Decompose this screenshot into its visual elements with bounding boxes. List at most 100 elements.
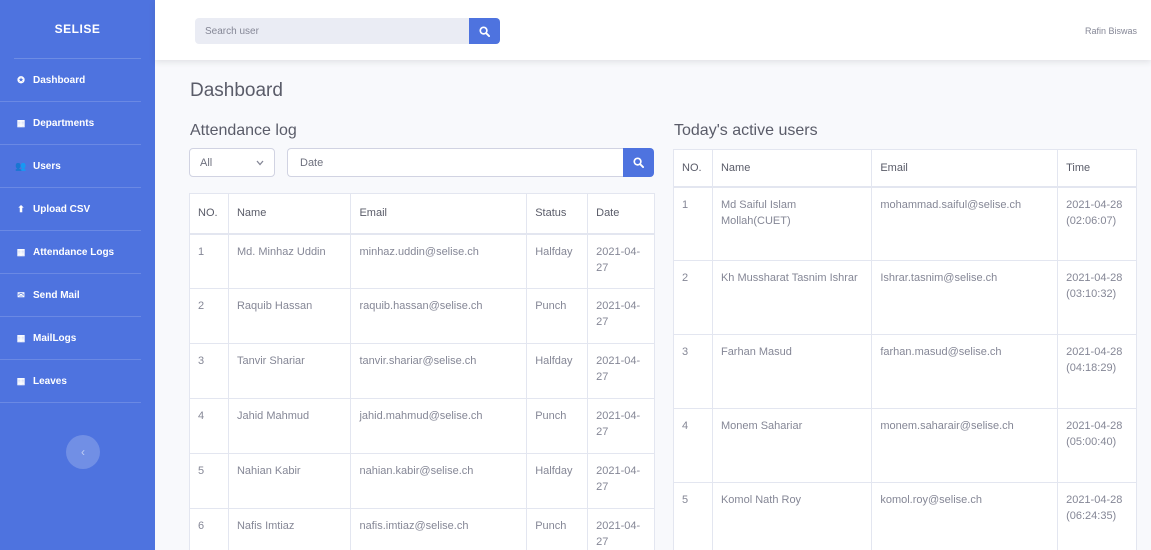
cell-date: 2021-04-27 [587,233,655,289]
cell-date: 2021-04-27 [587,508,655,550]
column-header-no: NO. [189,193,229,235]
sidebar-item-users[interactable]: 👥 Users [0,145,141,188]
sidebar-item-dashboard[interactable]: ✪ Dashboard [0,59,141,102]
cell-date: 2021-04-27 [587,288,655,344]
cell-name: Jahid Mahmud [227,398,352,454]
column-header-email: Email [871,149,1059,188]
column-header-status: Status [526,193,589,235]
building-icon: ▦ [16,117,26,128]
column-header-email: Email [350,193,528,235]
upload-icon: ⬆ [17,203,25,214]
sidebar-item-maillogs[interactable]: ▦ MailLogs [0,317,141,360]
search-bar [195,18,500,44]
cell-email: minhaz.uddin@selise.ch [350,233,528,289]
cell-time: 2021-04-28 (06:24:35) [1057,482,1137,550]
cell-email: farhan.masud@selise.ch [871,334,1059,409]
date-search-button[interactable] [623,148,654,177]
sidebar-item-send-mail[interactable]: ✉ Send Mail [0,274,141,317]
cell-email: mohammad.saiful@selise.ch [871,186,1059,261]
search-icon [479,25,490,37]
sidebar-item-label: MailLogs [33,332,77,344]
cell-no: 3 [189,343,229,399]
envelope-icon: ✉ [17,289,25,300]
sidebar-item-upload-csv[interactable]: ⬆ Upload CSV [0,188,141,231]
cell-no: 1 [673,186,713,261]
search-button[interactable] [469,18,500,44]
cell-date: 2021-04-27 [587,398,655,454]
cell-no: 5 [189,453,229,509]
cell-email: jahid.mahmud@selise.ch [350,398,528,454]
sidebar-item-label: Dashboard [33,74,86,86]
table-icon: ▦ [16,246,26,257]
cell-date: 2021-04-27 [587,453,655,509]
cell-name: Md Saiful Islam Mollah(CUET) [711,186,873,261]
cell-status: Halfday [526,453,589,509]
cell-email: tanvir.shariar@selise.ch [350,343,528,399]
search-input[interactable] [195,18,469,44]
cell-status: Punch [526,398,589,454]
cell-email: Ishrar.tasnim@selise.ch [871,260,1059,335]
cell-no: 1 [189,233,229,289]
cell-date: 2021-04-27 [587,343,655,399]
cell-email: raquib.hassan@selise.ch [350,288,528,344]
sidebar-nav: ✪ Dashboard ▦ Departments 👥 Users ⬆ Upload CSV ▦… [0,59,155,403]
chevron-left-icon: ‹ [81,445,85,459]
brand-logo[interactable]: SELISE [0,0,155,58]
cell-time: 2021-04-28 (05:00:40) [1057,408,1137,483]
status-filter-select[interactable]: All [189,148,275,177]
user-menu[interactable]: Rafin Biswas [1085,26,1137,36]
table-row: 3 Tanvir Shariar tanvir.shariar@selise.ch H… [189,343,655,399]
table-row: 5 Komol Nath Roy komol.roy@selise.ch 2021-0… [673,482,1137,550]
table-header-row: NO. Name Email Time [673,149,1137,188]
sidebar-item-leaves[interactable]: ▦ Leaves [0,360,141,403]
table-icon: ▦ [16,375,26,386]
sidebar-item-label: Send Mail [33,289,80,301]
users-icon: 👥 [15,160,27,171]
status-filter-value: All [200,156,213,169]
cell-no: 2 [673,260,713,335]
topbar: Rafin Biswas [155,0,1151,60]
sidebar-item-attendance-logs[interactable]: ▦ Attendance Logs [0,231,141,274]
table-header-row: NO. Name Email Status Date [189,193,655,235]
cell-name: Monem Sahariar [711,408,873,483]
page-title: Dashboard [190,80,283,101]
cell-name: Komol Nath Roy [711,482,873,550]
cell-name: Nahian Kabir [227,453,352,509]
sidebar-item-departments[interactable]: ▦ Departments [0,102,141,145]
cell-time: 2021-04-28 (03:10:32) [1057,260,1137,335]
column-header-time: Time [1057,149,1137,188]
cell-time: 2021-04-28 (02:06:07) [1057,186,1137,261]
cell-status: Punch [526,508,589,550]
column-header-name: Name [711,149,873,188]
cell-email: nahian.kabir@selise.ch [350,453,528,509]
active-users-title: Today's active users [674,122,818,139]
sidebar-item-label: Departments [33,117,95,129]
cell-status: Punch [526,288,589,344]
cell-name: Raquib Hassan [227,288,352,344]
table-row: 1 Md. Minhaz Uddin minhaz.uddin@selise.ch H… [189,233,655,289]
cell-no: 3 [673,334,713,409]
column-header-no: NO. [673,149,713,188]
cell-name: Farhan Masud [711,334,873,409]
sidebar-item-label: Upload CSV [33,203,91,215]
cell-no: 5 [673,482,713,550]
column-header-date: Date [587,193,655,235]
attendance-table: NO. Name Email Status Date 1 Md. Minhaz Uddin… [189,193,655,550]
cell-no: 4 [189,398,229,454]
date-input[interactable] [287,148,623,177]
cell-no: 6 [189,508,229,550]
cell-status: Halfday [526,233,589,289]
cell-name: Nafis Imtiaz [227,508,352,550]
cell-no: 2 [189,288,229,344]
table-row: 5 Nahian Kabir nahian.kabir@selise.ch Halfd… [189,453,655,509]
column-header-name: Name [227,193,352,235]
sidebar-item-label: Attendance Logs [33,246,115,258]
cell-name: Kh Mussharat Tasnim Ishrar [711,260,873,335]
table-row: 1 Md Saiful Islam Mollah(CUET) mohammad.sa… [673,186,1137,261]
cell-time: 2021-04-28 (04:18:29) [1057,334,1137,409]
cell-email: monem.saharair@selise.ch [871,408,1059,483]
cell-status: Halfday [526,343,589,399]
sidebar: SELISE ✪ Dashboard ▦ Departments 👥 Users ⬆ Uplo… [0,0,155,550]
sidebar-toggle-button[interactable]: ‹ [66,435,100,469]
attendance-table-body: 1 Md. Minhaz Uddin minhaz.uddin@selise.ch H… [189,233,655,550]
